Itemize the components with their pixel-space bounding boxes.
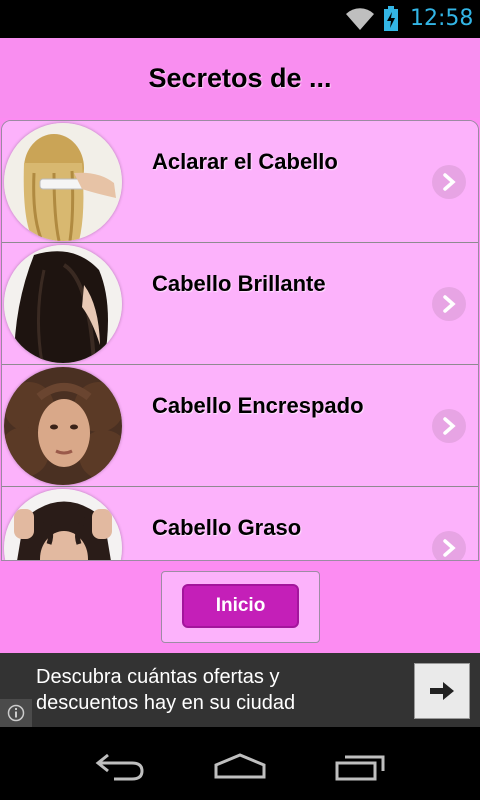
- recent-apps-icon[interactable]: [330, 749, 390, 783]
- shiny-hair-thumbnail: [4, 245, 122, 363]
- list-item-label: Aclarar el Cabello: [152, 149, 338, 174]
- list-item-label: Cabello Encrespado: [152, 393, 364, 418]
- chevron-right-icon: [432, 531, 466, 560]
- ad-banner[interactable]: Descubra cuántas ofertas y descuentos ha…: [0, 653, 480, 727]
- blonde-hair-thumbnail: [4, 123, 122, 241]
- navigation-bar: [0, 727, 480, 800]
- list-item-label: Cabello Graso: [152, 515, 302, 540]
- wifi-icon: [344, 6, 376, 37]
- home-icon[interactable]: [210, 749, 270, 783]
- arrow-right-icon: [430, 682, 454, 700]
- status-bar: 12:58: [0, 0, 480, 38]
- ad-info-icon[interactable]: [0, 699, 32, 727]
- list-item[interactable]: Cabello Graso: [2, 487, 478, 560]
- chevron-right-icon: [432, 409, 466, 443]
- back-icon[interactable]: [90, 749, 150, 783]
- ad-text-line1: Descubra cuántas ofertas y: [36, 666, 280, 688]
- chevron-right-icon: [432, 287, 466, 321]
- frizzy-hair-thumbnail: [4, 367, 122, 485]
- inicio-button[interactable]: Inicio: [182, 584, 299, 628]
- page-title: Secretos de ...: [148, 62, 332, 93]
- chevron-right-icon: [432, 165, 466, 199]
- inicio-container: Inicio: [161, 571, 320, 643]
- topic-list[interactable]: Aclarar el Cabello Cabello Brillante Cab…: [1, 120, 479, 561]
- list-item[interactable]: Cabello Encrespado: [2, 365, 478, 487]
- greasy-hair-thumbnail: [4, 489, 122, 560]
- clock: 12:58: [410, 6, 474, 31]
- battery-charging-icon: [383, 6, 399, 37]
- title-bar: Secretos de ...: [0, 38, 480, 118]
- list-item[interactable]: Aclarar el Cabello: [2, 121, 478, 243]
- ad-text-line2: descuentos hay en su ciudad: [36, 692, 296, 714]
- ad-text[interactable]: Descubra cuántas ofertas y descuentos ha…: [36, 664, 396, 716]
- list-item-label: Cabello Brillante: [152, 271, 326, 296]
- list-item[interactable]: Cabello Brillante: [2, 243, 478, 365]
- content-area: Aclarar el Cabello Cabello Brillante Cab…: [0, 118, 480, 653]
- ad-arrow-button[interactable]: [414, 663, 470, 719]
